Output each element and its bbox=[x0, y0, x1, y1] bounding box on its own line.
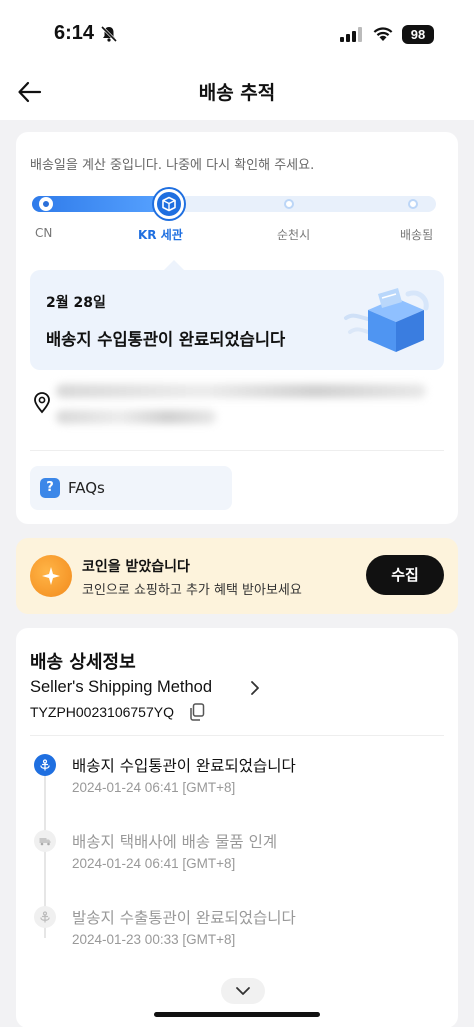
step-dot-cn bbox=[41, 199, 51, 209]
delivery-estimate-text: 배송일을 계산 중입니다. 나중에 다시 확인해 주세요. bbox=[30, 158, 315, 173]
progress-track bbox=[32, 189, 436, 219]
current-step-marker bbox=[154, 189, 184, 219]
customs-icon bbox=[34, 754, 56, 776]
question-icon: ? bbox=[40, 478, 60, 498]
chevron-right-icon[interactable] bbox=[248, 680, 262, 700]
divider bbox=[30, 450, 444, 451]
step-label-delivered: 배송됨 bbox=[400, 228, 434, 242]
package-icon bbox=[162, 196, 176, 212]
chevron-down-icon bbox=[236, 987, 250, 995]
timeline-event-time: 2024-01-24 06:41 [GMT+8] bbox=[72, 780, 236, 795]
bell-off-icon bbox=[100, 25, 118, 47]
latest-status-message: 배송지 수입통관이 완료되었습니다 bbox=[46, 330, 286, 349]
coin-icon bbox=[30, 555, 72, 597]
back-button[interactable] bbox=[16, 78, 46, 108]
location-pin-icon bbox=[32, 392, 52, 418]
package-illustration-icon bbox=[338, 280, 434, 364]
truck-icon bbox=[34, 830, 56, 852]
progress-fill bbox=[32, 196, 166, 212]
step-dot-delivered bbox=[408, 199, 418, 209]
page-title: 배송 추적 bbox=[198, 82, 276, 104]
expand-timeline-button[interactable] bbox=[221, 978, 265, 1004]
timeline-event-title: 배송지 수입통관이 완료되었습니다 bbox=[72, 757, 296, 775]
status-bar: 6:14 98 bbox=[0, 0, 474, 70]
coin-title: 코인을 받았습니다 bbox=[82, 559, 190, 575]
timeline-event-time: 2024-01-24 06:41 [GMT+8] bbox=[72, 856, 236, 871]
faq-button[interactable]: ? FAQs bbox=[30, 466, 232, 510]
detail-heading: 배송 상세정보 bbox=[30, 652, 136, 673]
step-label-cn: CN bbox=[35, 226, 53, 240]
wifi-icon bbox=[372, 25, 394, 46]
status-time: 6:14 bbox=[54, 22, 95, 44]
nav-bar: 배송 추적 bbox=[0, 70, 474, 120]
divider bbox=[30, 735, 444, 736]
step-label-kr-customs: KR 세관 bbox=[138, 228, 183, 242]
coin-reward-banner: 코인을 받았습니다 코인으로 쇼핑하고 추가 혜택 받아보세요 수집 bbox=[16, 538, 458, 614]
anchor-icon bbox=[34, 906, 56, 928]
arrow-left-icon bbox=[18, 81, 42, 103]
copy-icon[interactable] bbox=[189, 703, 205, 725]
latest-status-box: 2월 28일 배송지 수입통관이 완료되었습니다 bbox=[30, 270, 444, 370]
timeline-event-time: 2024-01-23 00:33 [GMT+8] bbox=[72, 932, 236, 947]
step-label-suncheon: 순천시 bbox=[277, 228, 311, 242]
shipping-detail-card: 배송 상세정보 Seller's Shipping Method TYZPH00… bbox=[16, 628, 458, 1027]
shipping-method-link[interactable]: Seller's Shipping Method bbox=[30, 678, 212, 697]
step-dot-suncheon bbox=[284, 199, 294, 209]
signal-icon bbox=[340, 27, 364, 46]
timeline-event-title: 배송지 택배사에 배송 물품 인계 bbox=[72, 833, 278, 851]
faq-label: FAQs bbox=[68, 479, 105, 497]
info-pointer bbox=[164, 260, 184, 270]
latest-status-date: 2월 28일 bbox=[46, 295, 106, 311]
home-indicator[interactable] bbox=[154, 1012, 320, 1017]
timeline-event-title: 발송지 수출통관이 완료되었습니다 bbox=[72, 909, 296, 927]
coin-subtitle: 코인으로 쇼핑하고 추가 혜택 받아보세요 bbox=[82, 583, 302, 598]
tracking-number: TYZPH0023106757YQ bbox=[30, 704, 174, 720]
collect-coin-button[interactable]: 수집 bbox=[366, 555, 444, 595]
tracking-progress-card: 배송일을 계산 중입니다. 나중에 다시 확인해 주세요. CN KR 세관 순… bbox=[16, 132, 458, 524]
battery-icon: 98 bbox=[402, 25, 434, 44]
shipping-address-redacted bbox=[56, 384, 436, 438]
